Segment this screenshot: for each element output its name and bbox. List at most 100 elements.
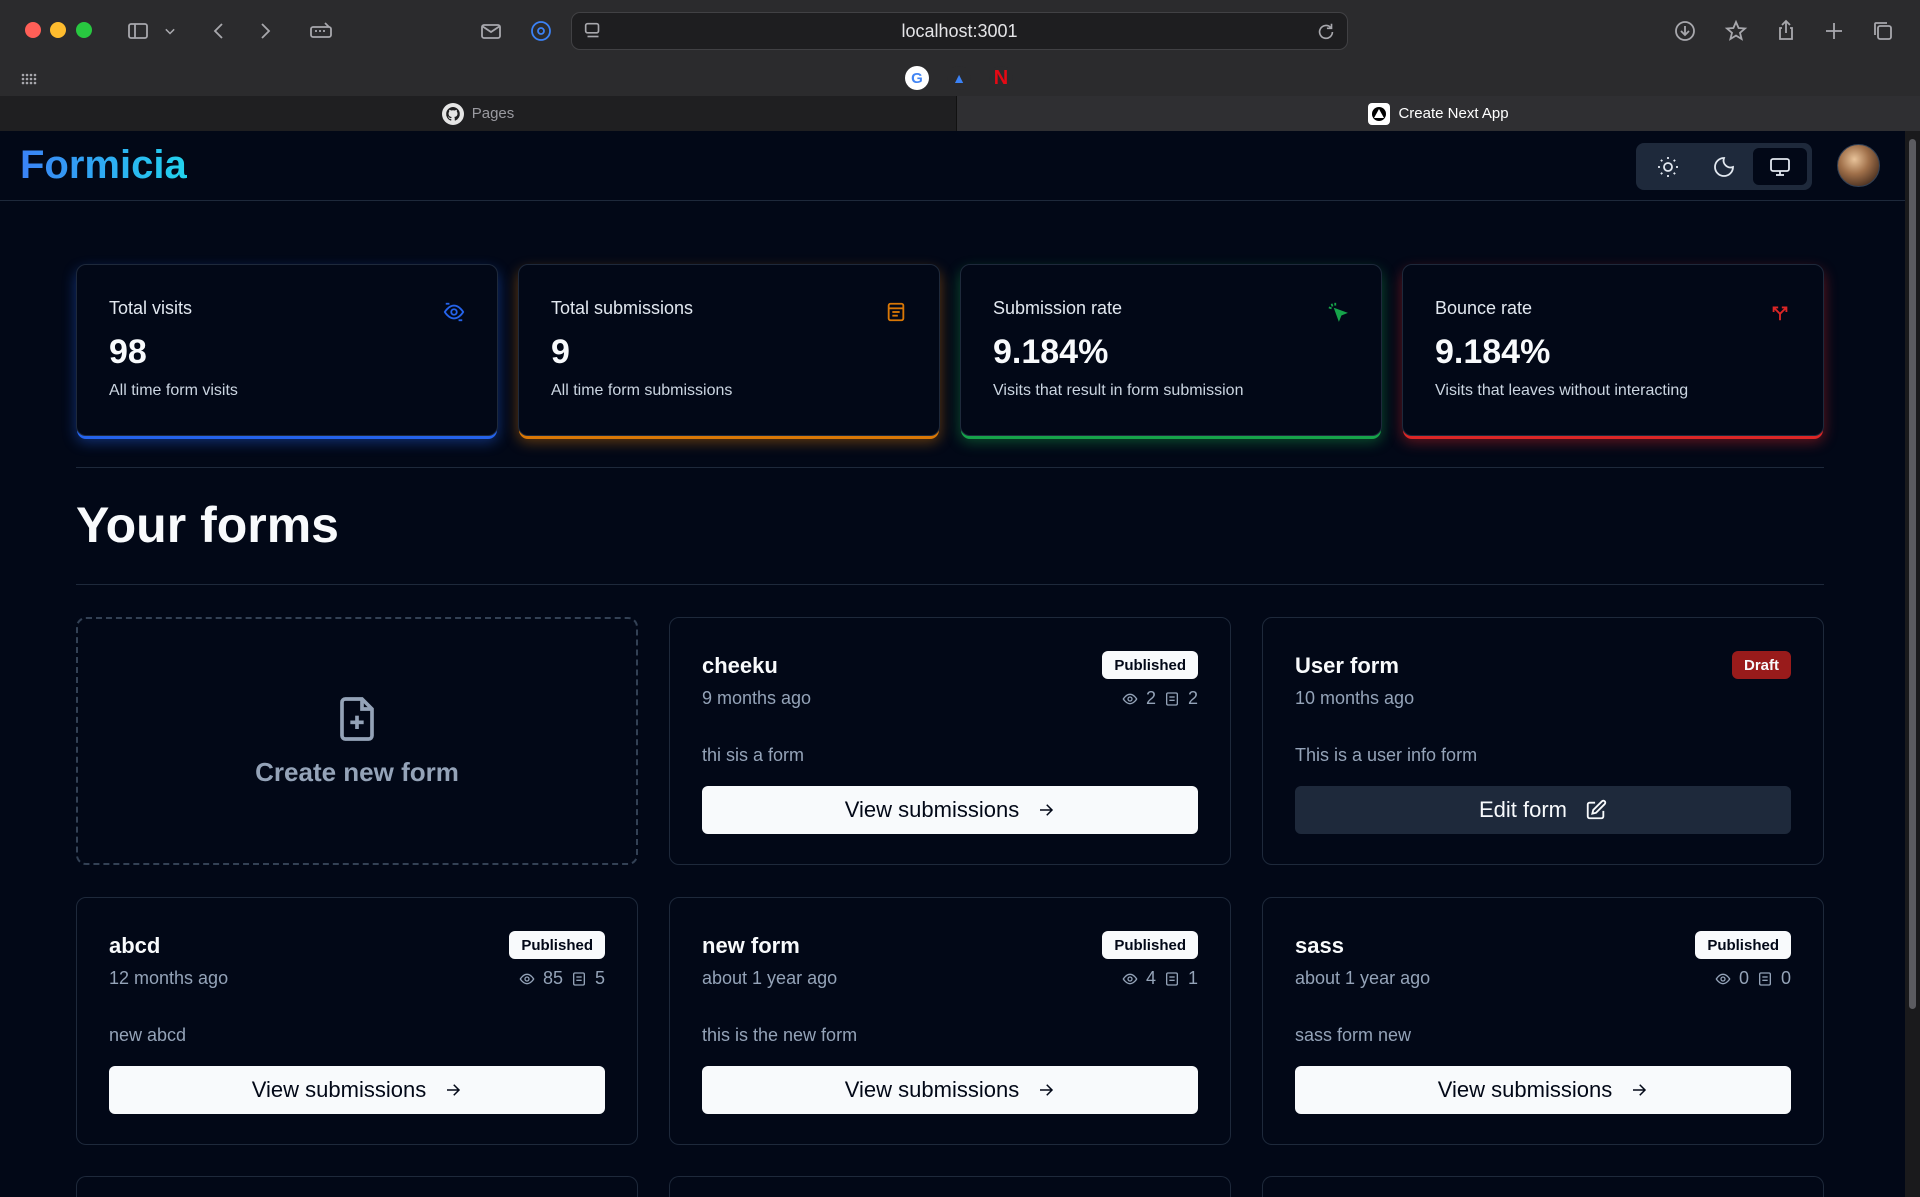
- mail-icon[interactable]: [476, 16, 506, 46]
- drive-favicon[interactable]: ▲: [947, 66, 971, 90]
- app-header: Formicia: [0, 131, 1905, 201]
- download-icon[interactable]: [1670, 16, 1700, 46]
- status-badge: Published: [1695, 931, 1791, 959]
- submissions-count: 0: [1780, 968, 1791, 988]
- back-icon[interactable]: [204, 16, 234, 46]
- new-tab-icon[interactable]: [1819, 16, 1849, 46]
- favorites-bar: G ▲ N: [0, 62, 1920, 96]
- bookmark-star-icon[interactable]: [1721, 16, 1751, 46]
- google-favicon[interactable]: G: [905, 66, 929, 90]
- form-created-time: about 1 year ago: [1295, 968, 1431, 988]
- stat-value: 9: [551, 333, 570, 371]
- tab-label: Pages: [471, 105, 515, 122]
- chevron-down-icon[interactable]: [160, 16, 180, 46]
- app-logo[interactable]: Formicia: [20, 143, 187, 188]
- reload-icon[interactable]: [1315, 21, 1337, 43]
- close-window-button[interactable]: [25, 22, 41, 38]
- form-name: new form: [702, 933, 800, 958]
- theme-switcher: [1636, 143, 1812, 190]
- stat-help: All time form visits: [109, 382, 238, 399]
- status-badge: Draft: [1731, 651, 1791, 679]
- section-divider: [76, 584, 1824, 585]
- form-card: cheeku Published 9 months ago 2 2 thi si…: [669, 617, 1231, 865]
- tab-create-next-app[interactable]: Create Next App: [957, 96, 1920, 131]
- apps-grid-icon[interactable]: [20, 70, 38, 88]
- stat-card-submission-rate: Submission rate 9.184% Visits that resul…: [960, 264, 1382, 436]
- dark-theme-button[interactable]: [1697, 148, 1751, 185]
- file-plus-icon: [340, 696, 374, 741]
- stat-value: 9.184%: [993, 333, 1109, 371]
- scrollbar-thumb[interactable]: [1909, 139, 1916, 1009]
- form-stats: 0 0: [1715, 968, 1791, 989]
- arrow-right-icon: [1633, 1084, 1647, 1096]
- stat-help: All time form submissions: [551, 382, 733, 399]
- form-icon: [885, 301, 907, 323]
- user-avatar[interactable]: [1837, 144, 1880, 187]
- system-theme-button[interactable]: [1753, 148, 1807, 185]
- tab-overview-icon[interactable]: [1868, 16, 1898, 46]
- arrow-right-icon: [1040, 804, 1054, 816]
- form-card: [76, 1176, 638, 1197]
- form-stats: 2 2: [1122, 688, 1198, 709]
- github-icon: [441, 102, 464, 125]
- stat-help: Visits that result in form submission: [993, 382, 1244, 399]
- form-name: sass: [1295, 933, 1344, 958]
- minimize-window-button[interactable]: [50, 22, 66, 38]
- forward-icon[interactable]: [250, 16, 280, 46]
- share-icon[interactable]: [1771, 16, 1801, 46]
- tab-label: Create Next App: [1398, 105, 1509, 122]
- form-stats: 85 5: [519, 968, 605, 989]
- address-bar[interactable]: localhost:3001: [571, 12, 1348, 50]
- visits-count: 2: [1145, 688, 1156, 708]
- monitor-icon: [1770, 157, 1790, 176]
- form-created-time: 12 months ago: [109, 968, 229, 988]
- view-submissions-button[interactable]: View submissions: [1295, 1066, 1791, 1114]
- edit-icon: [1586, 799, 1607, 820]
- moon-icon: [1714, 156, 1734, 177]
- section-title: Your forms: [76, 497, 339, 553]
- submissions-count: 2: [1187, 688, 1198, 708]
- section-divider: [76, 467, 1824, 468]
- tab-pages[interactable]: Pages: [0, 96, 957, 131]
- eye-icon: [519, 973, 535, 984]
- form-description: new abcd: [109, 1025, 187, 1045]
- eye-icon: [1122, 973, 1138, 984]
- visits-count: 0: [1738, 968, 1749, 988]
- form-stats: 4 1: [1122, 968, 1198, 989]
- form-created-time: 10 months ago: [1295, 688, 1415, 708]
- stat-title: Total visits: [109, 298, 193, 318]
- netflix-favicon[interactable]: N: [989, 66, 1013, 90]
- page-settings-icon[interactable]: [582, 20, 604, 42]
- light-theme-button[interactable]: [1641, 148, 1695, 185]
- status-badge: Published: [1102, 651, 1198, 679]
- split-arrow-icon: [1769, 301, 1791, 323]
- compass-icon[interactable]: [526, 16, 556, 46]
- sidebar-toggle-icon[interactable]: [123, 16, 153, 46]
- stat-value: 9.184%: [1435, 333, 1551, 371]
- url-text[interactable]: localhost:3001: [901, 21, 1017, 42]
- view-submissions-button[interactable]: View submissions: [702, 1066, 1198, 1114]
- arrow-right-icon: [447, 1084, 461, 1096]
- form-name: cheeku: [702, 653, 778, 678]
- edit-form-button[interactable]: Edit form: [1295, 786, 1791, 834]
- view-submissions-button[interactable]: View submissions: [109, 1066, 605, 1114]
- form-card: [1262, 1176, 1824, 1197]
- form-description: thi sis a form: [702, 745, 805, 765]
- button-label: View submissions: [844, 797, 1020, 822]
- nextjs-icon: [1368, 102, 1391, 125]
- maximize-window-button[interactable]: [76, 22, 92, 38]
- view-submissions-button[interactable]: View submissions: [702, 786, 1198, 834]
- status-badge: Published: [1102, 931, 1198, 959]
- submissions-count: 1: [1187, 968, 1198, 988]
- eye-icon: [1122, 693, 1138, 704]
- create-new-form-button[interactable]: Create new form: [76, 617, 638, 865]
- keyboard-icon[interactable]: [304, 16, 338, 46]
- form-card: sass Published about 1 year ago 0 0 sass…: [1262, 897, 1824, 1145]
- visits-count: 4: [1145, 968, 1156, 988]
- page-scrollbar[interactable]: [1905, 131, 1920, 1197]
- button-label: Edit form: [1478, 797, 1568, 822]
- submissions-count: 5: [594, 968, 605, 988]
- form-card: new form Published about 1 year ago 4 1 …: [669, 897, 1231, 1145]
- arrow-right-icon: [1040, 1084, 1054, 1096]
- create-new-form-label: Create new form: [255, 756, 459, 787]
